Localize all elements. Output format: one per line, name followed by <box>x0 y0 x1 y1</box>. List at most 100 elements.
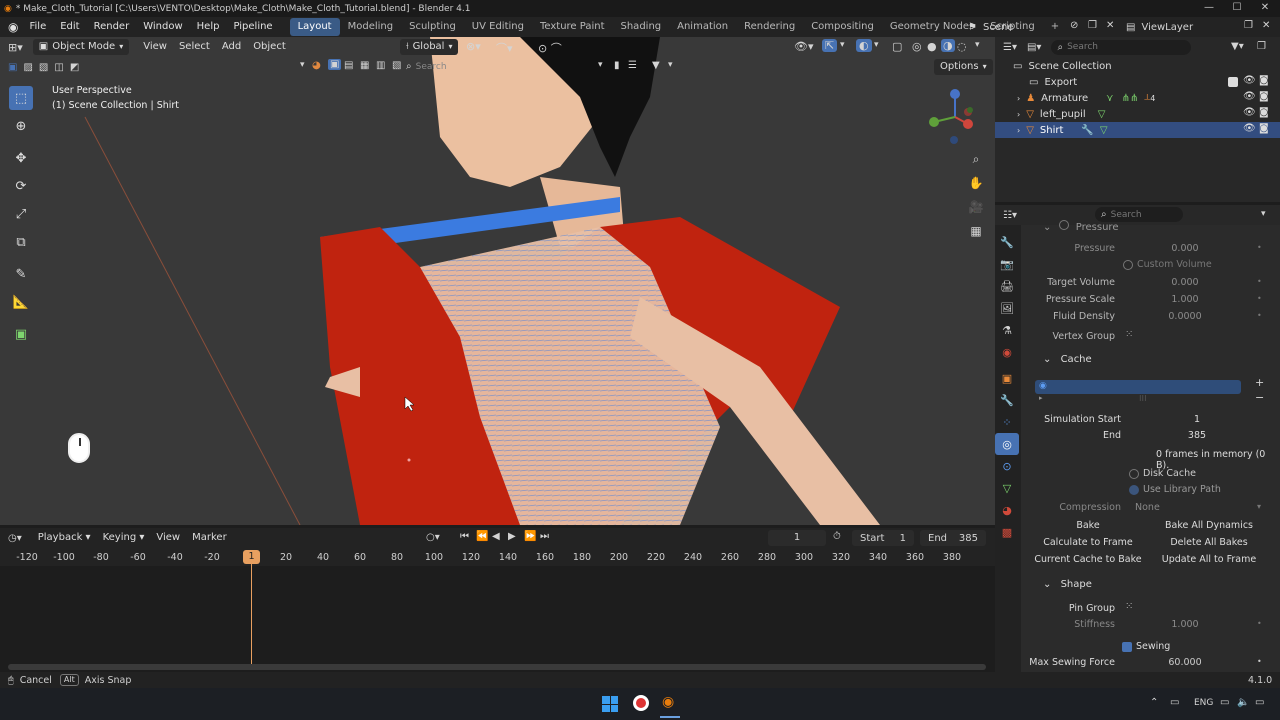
outliner-row-scene-collection[interactable]: ▭ Scene Collection <box>995 58 1280 74</box>
scene-selector[interactable]: ⚑ Scene <box>968 17 1013 37</box>
texture-tab-icon[interactable]: ▩ <box>995 521 1019 543</box>
display-mode-icon[interactable]: ▣ <box>328 59 342 70</box>
snap-icon[interactable]: ⌒▾ <box>496 40 513 56</box>
bookmark-icon[interactable]: ▮ <box>614 60 620 71</box>
start-frame-field[interactable]: Start 1 <box>852 530 914 546</box>
menu-help[interactable]: Help <box>190 17 227 37</box>
list-expand-icon[interactable]: ▸ <box>1039 394 1043 402</box>
tool-tab-icon[interactable]: 🔧 <box>995 231 1019 253</box>
camera-icon[interactable]: ◙ <box>1259 91 1269 102</box>
keyframe-dot-icon[interactable]: • <box>1257 619 1262 628</box>
delete-all-bakes-button[interactable]: Delete All Bakes <box>1149 535 1269 551</box>
timeline-menu-marker[interactable]: Marker <box>186 529 233 547</box>
overlays-icon[interactable]: ◐ <box>856 39 872 52</box>
tray-expand-icon[interactable]: ⌃ <box>1150 697 1158 708</box>
menu-window[interactable]: Window <box>136 17 189 37</box>
sewing-checkbox[interactable]: Sewing <box>1122 641 1170 652</box>
select-invert-icon[interactable]: ◫ <box>54 62 63 73</box>
chevron-down-icon[interactable]: ▾ <box>975 40 980 50</box>
select-box-icon[interactable]: ▣ <box>8 62 17 73</box>
menu-pipeline[interactable]: Pipeline <box>226 17 279 37</box>
viewport-menu-view[interactable]: View <box>137 38 173 56</box>
custom-volume-checkbox[interactable]: Custom Volume <box>1123 259 1212 270</box>
jump-to-keyframe-forward-icon[interactable]: ⏩ <box>524 531 536 542</box>
object-mode-dropdown[interactable]: ▣ Object Mode ▾ <box>32 39 130 55</box>
zoom-icon[interactable]: ⌕ <box>966 152 986 176</box>
keyframe-dot-icon[interactable]: • <box>1257 243 1262 252</box>
rendered-shading-icon[interactable]: ◌ <box>957 40 967 53</box>
pin-icon[interactable]: ⊘ <box>1070 20 1078 31</box>
world-tab-icon[interactable]: ◉ <box>995 341 1019 363</box>
current-cache-to-bake-button[interactable]: Current Cache to Bake <box>1029 552 1147 568</box>
tab-animation[interactable]: Animation <box>669 18 736 36</box>
eye-icon[interactable]: 👁 <box>1243 91 1256 102</box>
ortho-grid-icon[interactable]: ▦ <box>966 224 986 248</box>
data-tab-icon[interactable]: ▽ <box>995 477 1019 499</box>
keyframe-dot-icon[interactable]: • <box>1257 657 1262 666</box>
bake-button[interactable]: Bake <box>1029 518 1147 534</box>
xray-icon[interactable]: ▢ <box>892 40 902 53</box>
exclude-checkbox[interactable] <box>1228 77 1238 87</box>
outliner-row-armature[interactable]: › ♟ Armature ⋎ ⋔⋔ ⟂ 4 👁 ◙ <box>995 90 1280 106</box>
target-volume-value[interactable]: 0.000 <box>1125 277 1245 288</box>
camera-icon[interactable]: ◙ <box>1259 123 1269 134</box>
pivot-point-icon[interactable]: ⊗▾ <box>466 40 481 53</box>
current-frame-field[interactable]: 1 <box>768 530 826 546</box>
fluid-density-value[interactable]: 0.0000 <box>1125 311 1245 322</box>
move-tool-icon[interactable]: ✥ <box>9 146 33 170</box>
chevron-down-icon[interactable]: ▾ <box>840 40 845 50</box>
cache-section-header[interactable]: ⌄ Cache <box>1043 354 1092 365</box>
render-tab-icon[interactable]: 📷 <box>995 253 1019 275</box>
timeline-menu-playback[interactable]: Playback ▾ <box>32 529 97 547</box>
tab-sculpting[interactable]: Sculpting <box>401 18 464 36</box>
playhead-line[interactable] <box>251 564 252 664</box>
select-tool-icon[interactable]: ⬚ <box>9 86 33 110</box>
outliner-row-left-pupil[interactable]: › ▽ left_pupil ▽ 👁 ◙ <box>995 106 1280 122</box>
update-all-to-frame-button[interactable]: Update All to Frame <box>1149 552 1269 568</box>
properties-editor-icon[interactable]: ☷▾ <box>1003 210 1017 221</box>
pressure-value[interactable]: 0.000 <box>1125 243 1245 254</box>
measure-tool-icon[interactable]: 📐 <box>9 290 33 314</box>
outliner-editor-icon[interactable]: ☰▾ <box>1003 42 1017 53</box>
material-tab-icon[interactable]: ◕ <box>995 499 1019 521</box>
pin-group-field[interactable]: ⁙ <box>1125 601 1249 616</box>
physics-tab-icon[interactable]: ◎ <box>995 433 1019 455</box>
scene-tab-icon[interactable]: ⚗ <box>995 319 1019 341</box>
jump-to-start-icon[interactable]: ⏮ <box>460 531 469 542</box>
select-subtract-icon[interactable]: ▧ <box>39 62 48 73</box>
auto-keying-icon[interactable]: ○▾ <box>426 532 440 543</box>
proportional-edit-icon[interactable]: ⊙ ⌒ <box>538 40 562 56</box>
view-layer-tab-icon[interactable]: 🖼 <box>995 297 1019 319</box>
calculate-to-frame-button[interactable]: Calculate to Frame <box>1029 535 1147 551</box>
add-workspace-button[interactable]: + <box>1043 18 1067 36</box>
play-reverse-icon[interactable]: ◀ <box>492 531 500 542</box>
jump-to-end-icon[interactable]: ⏭ <box>540 531 549 542</box>
timeline-menu-keying[interactable]: Keying ▾ <box>97 529 151 547</box>
compression-value[interactable]: None <box>1135 502 1160 513</box>
display-mode-icon[interactable]: ▤▾ <box>1027 42 1041 53</box>
battery-icon[interactable]: ▭ <box>1255 697 1264 708</box>
stiffness-value[interactable]: 1.000 <box>1125 619 1245 630</box>
timeline-scrollbar[interactable] <box>8 664 986 670</box>
camera-icon[interactable]: ◙ <box>1259 107 1269 118</box>
expand-arrow-icon[interactable]: › <box>1017 110 1020 119</box>
tray-device-icon[interactable]: ▭ <box>1170 697 1179 708</box>
modifiers-tab-icon[interactable]: 🔧 <box>995 389 1019 411</box>
filter-mesh-icon[interactable]: ▤ <box>344 60 353 71</box>
scale-tool-icon[interactable]: ⤢ <box>9 202 33 226</box>
delete-view-layer-icon[interactable]: ✕ <box>1262 20 1270 31</box>
chevron-down-icon[interactable]: ▾ <box>668 60 673 70</box>
disk-cache-checkbox[interactable]: Disk Cache <box>1129 468 1196 479</box>
annotate-tool-icon[interactable]: ✎ <box>9 262 33 286</box>
tab-layout[interactable]: Layout <box>289 18 340 36</box>
cursor-tool-icon[interactable]: ⊕ <box>9 114 33 138</box>
pressure-section-header[interactable]: ⌄ Pressure <box>1043 220 1118 233</box>
recorder-app-icon[interactable] <box>633 695 649 711</box>
tab-modeling[interactable]: Modeling <box>340 18 402 36</box>
tab-uv-editing[interactable]: UV Editing <box>464 18 532 36</box>
tab-texture-paint[interactable]: Texture Paint <box>532 18 613 36</box>
expand-arrow-icon[interactable]: › <box>1017 94 1020 103</box>
camera-view-icon[interactable]: 🎥 <box>966 200 986 224</box>
keyframe-dot-icon[interactable]: • <box>1257 277 1262 286</box>
shape-section-header[interactable]: ⌄ Shape <box>1043 579 1092 590</box>
